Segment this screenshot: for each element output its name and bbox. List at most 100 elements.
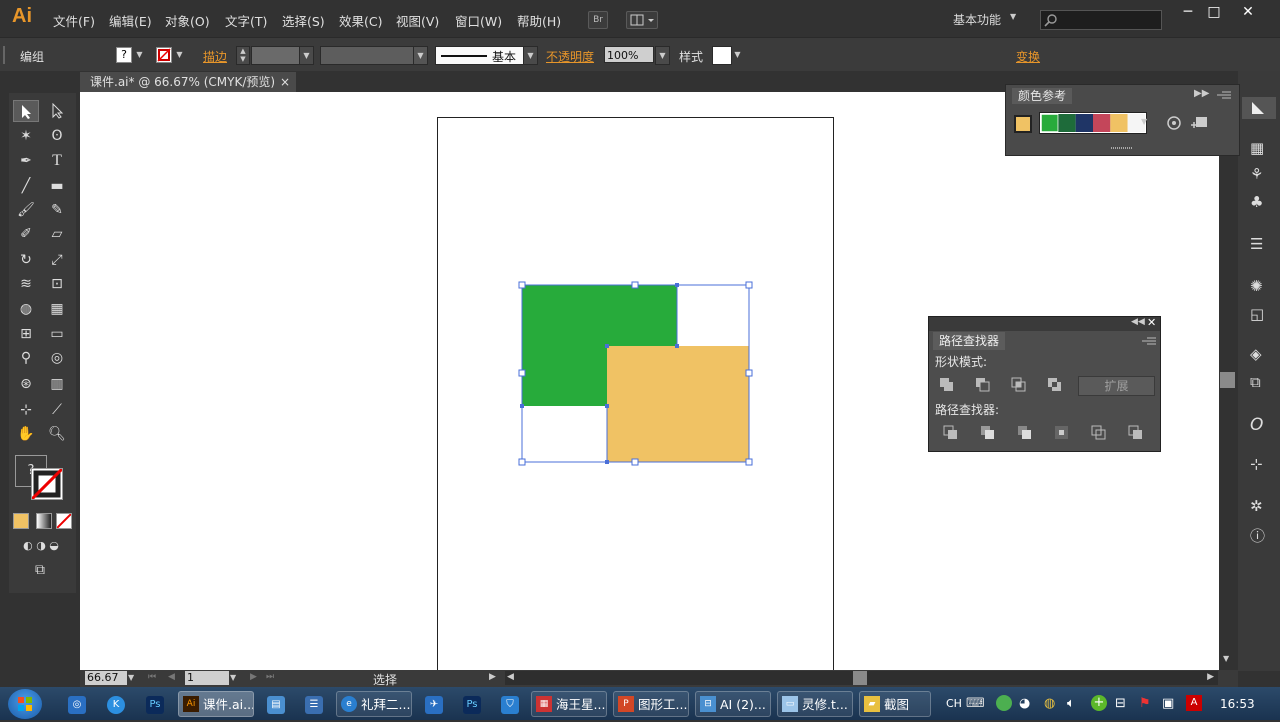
save-swatch-group-icon[interactable] (1190, 115, 1208, 131)
arrange-documents-button[interactable] (626, 11, 658, 29)
artboard-number-field[interactable]: 1 (185, 671, 229, 685)
divide-icon[interactable] (943, 425, 959, 441)
color-guide-tab[interactable]: 颜色参考 (1012, 88, 1073, 104)
start-button[interactable] (8, 689, 42, 719)
resize-handle[interactable] (631, 458, 639, 466)
brushes-icon[interactable]: ⚘ (1250, 165, 1263, 183)
anchor-point[interactable] (520, 404, 524, 408)
stroke-weight-field[interactable] (251, 46, 301, 65)
swatches-icon[interactable]: ▦ (1250, 139, 1264, 157)
shape-builder-tool[interactable]: ◍ (13, 298, 39, 320)
menu-window[interactable]: 窗口(W) (455, 11, 502, 30)
exclude-icon[interactable] (1047, 377, 1063, 393)
prev-artboard-button[interactable]: ◀ (168, 672, 175, 682)
first-artboard-button[interactable]: ⏮ (148, 672, 156, 682)
document-tab[interactable]: 课件.ai* @ 66.67% (CMYK/预览) × (80, 72, 296, 92)
fill-swatch[interactable]: ? (116, 47, 132, 63)
blob-brush-tool[interactable]: ✐ (13, 223, 39, 245)
panel-menu-icon[interactable] (1141, 335, 1157, 347)
clock[interactable]: 16:53 (1220, 697, 1255, 711)
graph-tool[interactable]: ▥ (44, 373, 70, 395)
hand-tool[interactable]: ✋ (13, 423, 39, 445)
resize-handle[interactable] (518, 281, 526, 289)
anchor-point[interactable] (675, 283, 679, 287)
photoshop-icon[interactable]: Ps (463, 696, 481, 714)
symbols-icon[interactable]: ♣ (1250, 193, 1263, 211)
type-tool[interactable]: T (44, 150, 70, 172)
zoom-dropdown[interactable]: ▼ (128, 673, 134, 682)
draw-modes[interactable]: ◐ ◑ ◒ (11, 535, 71, 557)
transform-panel-icon[interactable]: ⊹ (1250, 455, 1263, 473)
style-dropdown[interactable]: ▼ (731, 46, 744, 63)
photoshop-quicklaunch-icon[interactable]: Ps (146, 696, 164, 714)
horizontal-scroll-thumb[interactable] (853, 671, 867, 685)
blend-tool[interactable]: ◎ (44, 347, 70, 369)
gradient-tool[interactable]: ▭ (44, 323, 70, 345)
brush-definition-field[interactable]: 基本 (435, 46, 525, 65)
vertical-scrollbar[interactable]: ▼ (1219, 92, 1237, 670)
pathfinder-tab[interactable]: 路径查找器 (933, 332, 1006, 350)
color-mode-button[interactable] (13, 513, 29, 529)
stroke-weight-stepper[interactable]: ▲ ▼ (236, 46, 250, 65)
scroll-down-arrow[interactable]: ▼ (1223, 654, 1229, 663)
menu-help[interactable]: 帮助(H) (517, 11, 561, 30)
maximize-button[interactable]: □ (1200, 4, 1228, 22)
graphic-style-swatch[interactable] (712, 46, 732, 65)
resize-handle[interactable] (745, 369, 753, 377)
stroke-weight-dropdown[interactable]: ▼ (299, 46, 314, 65)
opacity-label[interactable]: 不透明度 (546, 48, 594, 65)
wechat-tray-icon[interactable] (996, 695, 1012, 711)
stroke-box[interactable] (30, 467, 64, 501)
scale-tool[interactable]: ⤢ (44, 249, 70, 271)
close-tab-icon[interactable]: × (280, 72, 290, 92)
info-icon[interactable]: ⓘ (1250, 525, 1265, 546)
symbol-sprayer-tool[interactable]: ⊛ (13, 373, 39, 395)
menu-object[interactable]: 对象(O) (165, 11, 210, 30)
taskbar-app-powerpoint[interactable]: P 图形工... (613, 691, 689, 717)
variable-width-dropdown[interactable]: ▼ (413, 46, 428, 65)
close-window-button[interactable]: ✕ (1234, 4, 1262, 22)
menu-file[interactable]: 文件(F) (53, 11, 95, 30)
calculator-icon[interactable]: ▤ (267, 696, 285, 714)
harmony-swatch[interactable] (1058, 114, 1076, 132)
artboard-dropdown[interactable]: ▼ (230, 673, 236, 682)
harmony-swatch[interactable] (1110, 114, 1128, 132)
minus-back-icon[interactable] (1128, 425, 1144, 441)
menu-edit[interactable]: 编辑(E) (109, 11, 152, 30)
free-transform-tool[interactable]: ⊡ (44, 273, 70, 295)
yellow-rectangle[interactable] (607, 346, 749, 462)
edit-colors-icon[interactable] (1166, 115, 1182, 131)
taskbar-app-screenshot[interactable]: ▰ 截图 (859, 691, 931, 717)
resize-handle[interactable] (745, 458, 753, 466)
rotate-tool[interactable]: ↻ (13, 249, 39, 271)
pathfinder-header[interactable]: ◀◀ ✕ (929, 316, 1160, 331)
security-tray-icon[interactable]: ⚑ (1139, 696, 1151, 711)
minus-front-icon[interactable] (975, 377, 991, 393)
display-tray-icon[interactable]: ▣ (1162, 696, 1174, 711)
trim-icon[interactable] (980, 425, 996, 441)
collapse-icon[interactable]: ◀◀ (1131, 317, 1145, 327)
taskbar-app-browser[interactable]: e 礼拜二... (336, 691, 412, 717)
kugou-icon[interactable]: K (107, 696, 125, 714)
magic-wand-tool[interactable]: ✶ (13, 125, 39, 147)
unite-icon[interactable] (939, 377, 955, 393)
resize-grip[interactable] (1111, 147, 1133, 149)
anchor-point[interactable] (605, 404, 609, 408)
taskbar-app-ai-folder[interactable]: ⊟ AI (2)... (695, 691, 771, 717)
taskbar-app-notepad[interactable]: ▭ 灵修.t... (777, 691, 853, 717)
anchor-point[interactable] (605, 460, 609, 464)
help-search-input[interactable] (1040, 10, 1162, 30)
menu-type[interactable]: 文字(T) (225, 11, 267, 30)
last-artboard-button[interactable]: ⏭ (266, 672, 274, 682)
document-list-icon[interactable]: ☰ (305, 696, 323, 714)
merge-icon[interactable] (1017, 425, 1033, 441)
harmony-dropdown[interactable]: ▼ (1141, 117, 1147, 126)
lasso-tool[interactable]: ʘ (44, 125, 70, 147)
transform-label[interactable]: 变换 (1016, 48, 1040, 65)
navigator-icon[interactable]: ✲ (1250, 497, 1263, 515)
anchor-point[interactable] (605, 344, 609, 348)
harmony-swatch[interactable] (1075, 114, 1093, 132)
input-language-indicator[interactable]: CH (946, 697, 962, 710)
glyphs-icon[interactable]: O (1250, 415, 1263, 435)
none-mode-button[interactable] (56, 513, 72, 529)
